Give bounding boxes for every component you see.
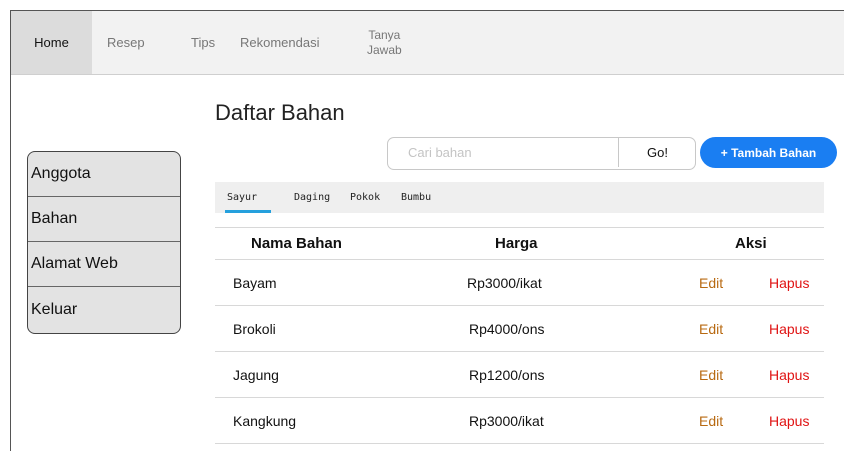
cell-price: Rp3000/ikat: [467, 274, 542, 291]
nav-home[interactable]: Home: [11, 11, 92, 74]
nav-tanya-jawab-line1: Tanya: [368, 27, 401, 42]
edit-link[interactable]: Edit: [699, 398, 723, 443]
header-harga: Harga: [495, 235, 538, 252]
app-window: Home Resep Tips Rekomendasi Tanya Jawab …: [10, 10, 844, 451]
cell-name: Jagung: [233, 366, 279, 383]
table-header: Nama Bahan Harga Aksi: [215, 227, 824, 260]
add-bahan-button[interactable]: + Tambah Bahan: [700, 137, 837, 168]
nav-rekomendasi[interactable]: Rekomendasi: [240, 11, 320, 74]
search-bar: Go!: [387, 137, 696, 170]
sidebar-item-alamat-web[interactable]: Alamat Web: [28, 242, 180, 287]
cell-price: Rp1200/ons: [469, 366, 545, 383]
header-nama-bahan: Nama Bahan: [251, 235, 342, 252]
nav-tips[interactable]: Tips: [191, 11, 215, 74]
nav-tanya-jawab[interactable]: Tanya Jawab: [367, 11, 402, 74]
nav-tanya-jawab-line2: Jawab: [367, 42, 402, 57]
page-title: Daftar Bahan: [215, 100, 345, 125]
hapus-link[interactable]: Hapus: [769, 260, 809, 305]
search-input[interactable]: [388, 138, 616, 167]
table-row: Jagung Rp1200/ons Edit Hapus: [215, 352, 824, 398]
category-tabs: Sayur Daging Pokok Bumbu: [215, 182, 824, 213]
sidebar-item-bahan[interactable]: Bahan: [28, 197, 180, 242]
hapus-link[interactable]: Hapus: [769, 398, 809, 443]
edit-link[interactable]: Edit: [699, 352, 723, 397]
nav-resep[interactable]: Resep: [107, 11, 145, 74]
tab-pokok[interactable]: Pokok: [350, 182, 380, 213]
tab-bumbu[interactable]: Bumbu: [401, 182, 431, 213]
bahan-table: Nama Bahan Harga Aksi Bayam Rp3000/ikat …: [215, 227, 824, 444]
edit-link[interactable]: Edit: [699, 260, 723, 305]
tab-sayur[interactable]: Sayur: [227, 182, 257, 213]
table-row: Brokoli Rp4000/ons Edit Hapus: [215, 306, 824, 352]
tab-daging[interactable]: Daging: [294, 182, 330, 213]
cell-price: Rp3000/ikat: [469, 412, 544, 429]
edit-link[interactable]: Edit: [699, 306, 723, 351]
top-navbar: Home Resep Tips Rekomendasi Tanya Jawab: [11, 11, 844, 75]
cell-price: Rp4000/ons: [469, 320, 545, 337]
cell-name: Bayam: [233, 274, 277, 291]
sidebar-item-anggota[interactable]: Anggota: [28, 152, 180, 197]
sidebar-menu: Anggota Bahan Alamat Web Keluar: [27, 151, 181, 334]
header-aksi: Aksi: [735, 235, 767, 252]
sidebar-item-keluar[interactable]: Keluar: [28, 287, 180, 333]
table-row: Bayam Rp3000/ikat Edit Hapus: [215, 260, 824, 306]
hapus-link[interactable]: Hapus: [769, 306, 809, 351]
active-tab-indicator: [225, 210, 271, 213]
hapus-link[interactable]: Hapus: [769, 352, 809, 397]
cell-name: Brokoli: [233, 320, 276, 337]
search-go-button[interactable]: Go!: [618, 138, 695, 167]
table-row: Kangkung Rp3000/ikat Edit Hapus: [215, 398, 824, 444]
cell-name: Kangkung: [233, 412, 297, 429]
